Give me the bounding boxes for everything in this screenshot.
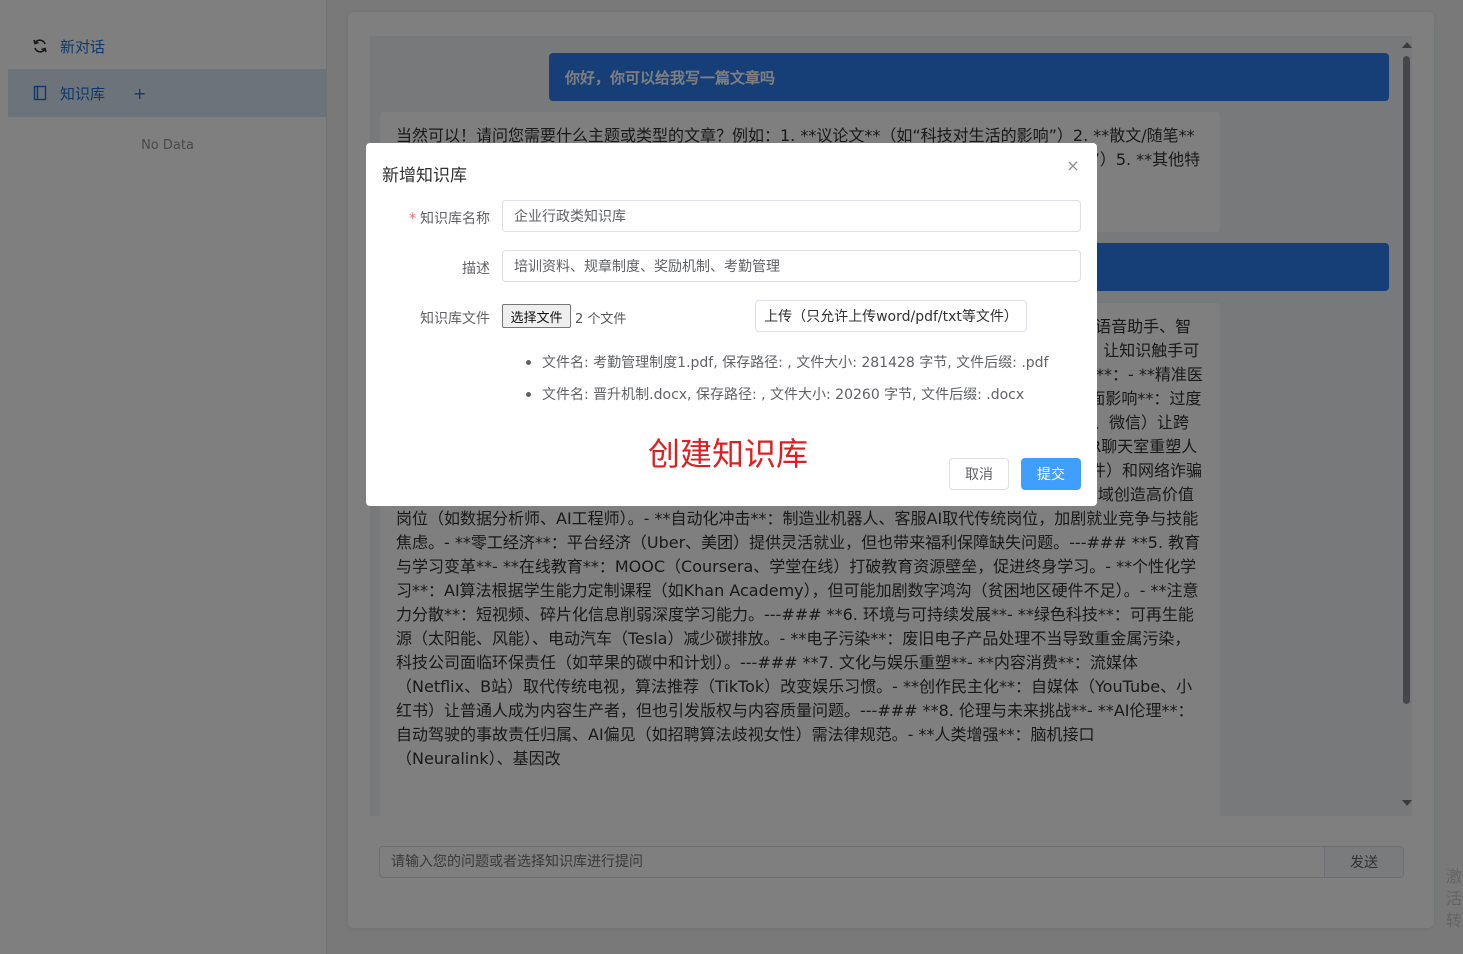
upload-button[interactable]: 上传（只允许上传word/pdf/txt等文件） [755, 300, 1027, 332]
choose-file-button[interactable]: 选择文件 [502, 304, 571, 328]
close-icon[interactable]: × [1064, 156, 1082, 175]
file-list-item: 文件名: 晋升机制.docx, 保存路径: , 文件大小: 20260 字节, … [526, 384, 1048, 416]
knowledge-base-name-input[interactable] [502, 200, 1081, 232]
annotation-text: 创建知识库 [648, 435, 809, 473]
file-list: 文件名: 考勤管理制度1.pdf, 保存路径: , 文件大小: 281428 字… [526, 352, 1048, 416]
file-count-text: 2 个文件 [575, 312, 627, 327]
cancel-button[interactable]: 取消 [949, 458, 1009, 490]
description-input[interactable] [502, 250, 1081, 282]
new-knowledge-base-dialog: 新增知识库 × *知识库名称 描述 知识库文件 选择文件 2 个文件 上传（只允… [366, 143, 1097, 506]
file-label: 知识库文件 [420, 311, 490, 327]
file-list-item: 文件名: 考勤管理制度1.pdf, 保存路径: , 文件大小: 281428 字… [526, 352, 1048, 384]
name-label-text: 知识库名称 [420, 211, 490, 227]
name-label: * 知识库名称 [366, 208, 490, 228]
description-label: 描述 [462, 261, 490, 277]
dialog-title: 新增知识库 [382, 166, 467, 186]
submit-button[interactable]: 提交 [1021, 458, 1081, 490]
required-mark: * [409, 211, 416, 227]
